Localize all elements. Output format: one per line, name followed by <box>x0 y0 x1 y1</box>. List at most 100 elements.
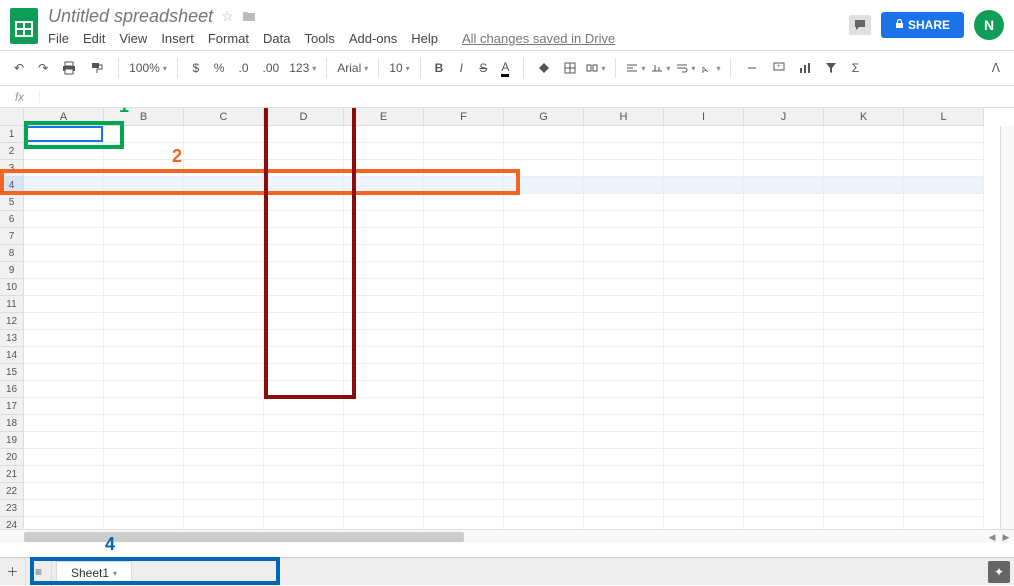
account-avatar[interactable]: N <box>974 10 1004 40</box>
folder-icon[interactable] <box>242 9 256 25</box>
cell-K12[interactable] <box>824 313 904 330</box>
cell-G11[interactable] <box>504 296 584 313</box>
cell-I10[interactable] <box>664 279 744 296</box>
cell-C13[interactable] <box>184 330 264 347</box>
menu-file[interactable]: File <box>48 31 69 46</box>
rotate-button[interactable]: A▾ <box>701 63 720 73</box>
cell-F2[interactable] <box>424 143 504 160</box>
cell-G17[interactable] <box>504 398 584 415</box>
column-header-E[interactable]: E <box>344 108 424 126</box>
cell-G4[interactable] <box>504 177 584 194</box>
cell-I6[interactable] <box>664 211 744 228</box>
cell-A22[interactable] <box>24 483 104 500</box>
cell-L1[interactable] <box>904 126 984 143</box>
cell-J6[interactable] <box>744 211 824 228</box>
menu-view[interactable]: View <box>119 31 147 46</box>
cell-D14[interactable] <box>264 347 344 364</box>
explore-button[interactable]: ✦ <box>988 561 1010 583</box>
cell-J17[interactable] <box>744 398 824 415</box>
cell-A7[interactable] <box>24 228 104 245</box>
column-header-I[interactable]: I <box>664 108 744 126</box>
cell-F22[interactable] <box>424 483 504 500</box>
cell-E18[interactable] <box>344 415 424 432</box>
cell-L14[interactable] <box>904 347 984 364</box>
cell-I13[interactable] <box>664 330 744 347</box>
cell-I15[interactable] <box>664 364 744 381</box>
cell-A21[interactable] <box>24 466 104 483</box>
cell-F1[interactable] <box>424 126 504 143</box>
print-button[interactable] <box>58 59 80 77</box>
cell-E17[interactable] <box>344 398 424 415</box>
cell-B11[interactable] <box>104 296 184 313</box>
filter-button[interactable] <box>821 60 841 76</box>
cell-G22[interactable] <box>504 483 584 500</box>
cell-B17[interactable] <box>104 398 184 415</box>
cell-C23[interactable] <box>184 500 264 517</box>
cell-J20[interactable] <box>744 449 824 466</box>
cell-L20[interactable] <box>904 449 984 466</box>
cell-E8[interactable] <box>344 245 424 262</box>
cell-B8[interactable] <box>104 245 184 262</box>
comment-button[interactable]: + <box>769 60 789 76</box>
cell-F9[interactable] <box>424 262 504 279</box>
cell-K4[interactable] <box>824 177 904 194</box>
cell-L18[interactable] <box>904 415 984 432</box>
column-header-H[interactable]: H <box>584 108 664 126</box>
cell-I9[interactable] <box>664 262 744 279</box>
row-header-1[interactable]: 1 <box>0 126 24 143</box>
cell-I12[interactable] <box>664 313 744 330</box>
column-header-G[interactable]: G <box>504 108 584 126</box>
cell-E20[interactable] <box>344 449 424 466</box>
column-header-J[interactable]: J <box>744 108 824 126</box>
cell-G2[interactable] <box>504 143 584 160</box>
menu-insert[interactable]: Insert <box>161 31 194 46</box>
horizontal-scrollbar[interactable]: ◀ ▶ <box>0 529 1014 543</box>
cell-A19[interactable] <box>24 432 104 449</box>
cell-H12[interactable] <box>584 313 664 330</box>
cell-H5[interactable] <box>584 194 664 211</box>
cell-I22[interactable] <box>664 483 744 500</box>
undo-button[interactable]: ↶ <box>10 59 28 77</box>
cell-A12[interactable] <box>24 313 104 330</box>
cell-A6[interactable] <box>24 211 104 228</box>
row-header-11[interactable]: 11 <box>0 296 24 313</box>
cell-G6[interactable] <box>504 211 584 228</box>
format-currency[interactable]: $ <box>188 59 204 77</box>
cell-G8[interactable] <box>504 245 584 262</box>
cell-J4[interactable] <box>744 177 824 194</box>
cell-E5[interactable] <box>344 194 424 211</box>
row-header-15[interactable]: 15 <box>0 364 24 381</box>
cell-E14[interactable] <box>344 347 424 364</box>
cell-E23[interactable] <box>344 500 424 517</box>
cell-C11[interactable] <box>184 296 264 313</box>
cell-D8[interactable] <box>264 245 344 262</box>
cell-F6[interactable] <box>424 211 504 228</box>
cell-J18[interactable] <box>744 415 824 432</box>
cell-C6[interactable] <box>184 211 264 228</box>
cell-L13[interactable] <box>904 330 984 347</box>
cell-A13[interactable] <box>24 330 104 347</box>
row-header-9[interactable]: 9 <box>0 262 24 279</box>
cell-K19[interactable] <box>824 432 904 449</box>
cell-B14[interactable] <box>104 347 184 364</box>
cell-D18[interactable] <box>264 415 344 432</box>
cell-C17[interactable] <box>184 398 264 415</box>
cell-L3[interactable] <box>904 160 984 177</box>
cell-A20[interactable] <box>24 449 104 466</box>
cell-C3[interactable] <box>184 160 264 177</box>
cell-I16[interactable] <box>664 381 744 398</box>
cell-B1[interactable] <box>104 126 184 143</box>
cell-H20[interactable] <box>584 449 664 466</box>
cell-D23[interactable] <box>264 500 344 517</box>
strike-button[interactable]: S <box>475 59 491 77</box>
cell-D7[interactable] <box>264 228 344 245</box>
cell-K5[interactable] <box>824 194 904 211</box>
row-header-4[interactable]: 4 <box>0 177 24 194</box>
column-header-F[interactable]: F <box>424 108 504 126</box>
cell-A11[interactable] <box>24 296 104 313</box>
cell-A8[interactable] <box>24 245 104 262</box>
link-button[interactable] <box>741 61 763 75</box>
cell-G16[interactable] <box>504 381 584 398</box>
cell-K9[interactable] <box>824 262 904 279</box>
cell-H2[interactable] <box>584 143 664 160</box>
